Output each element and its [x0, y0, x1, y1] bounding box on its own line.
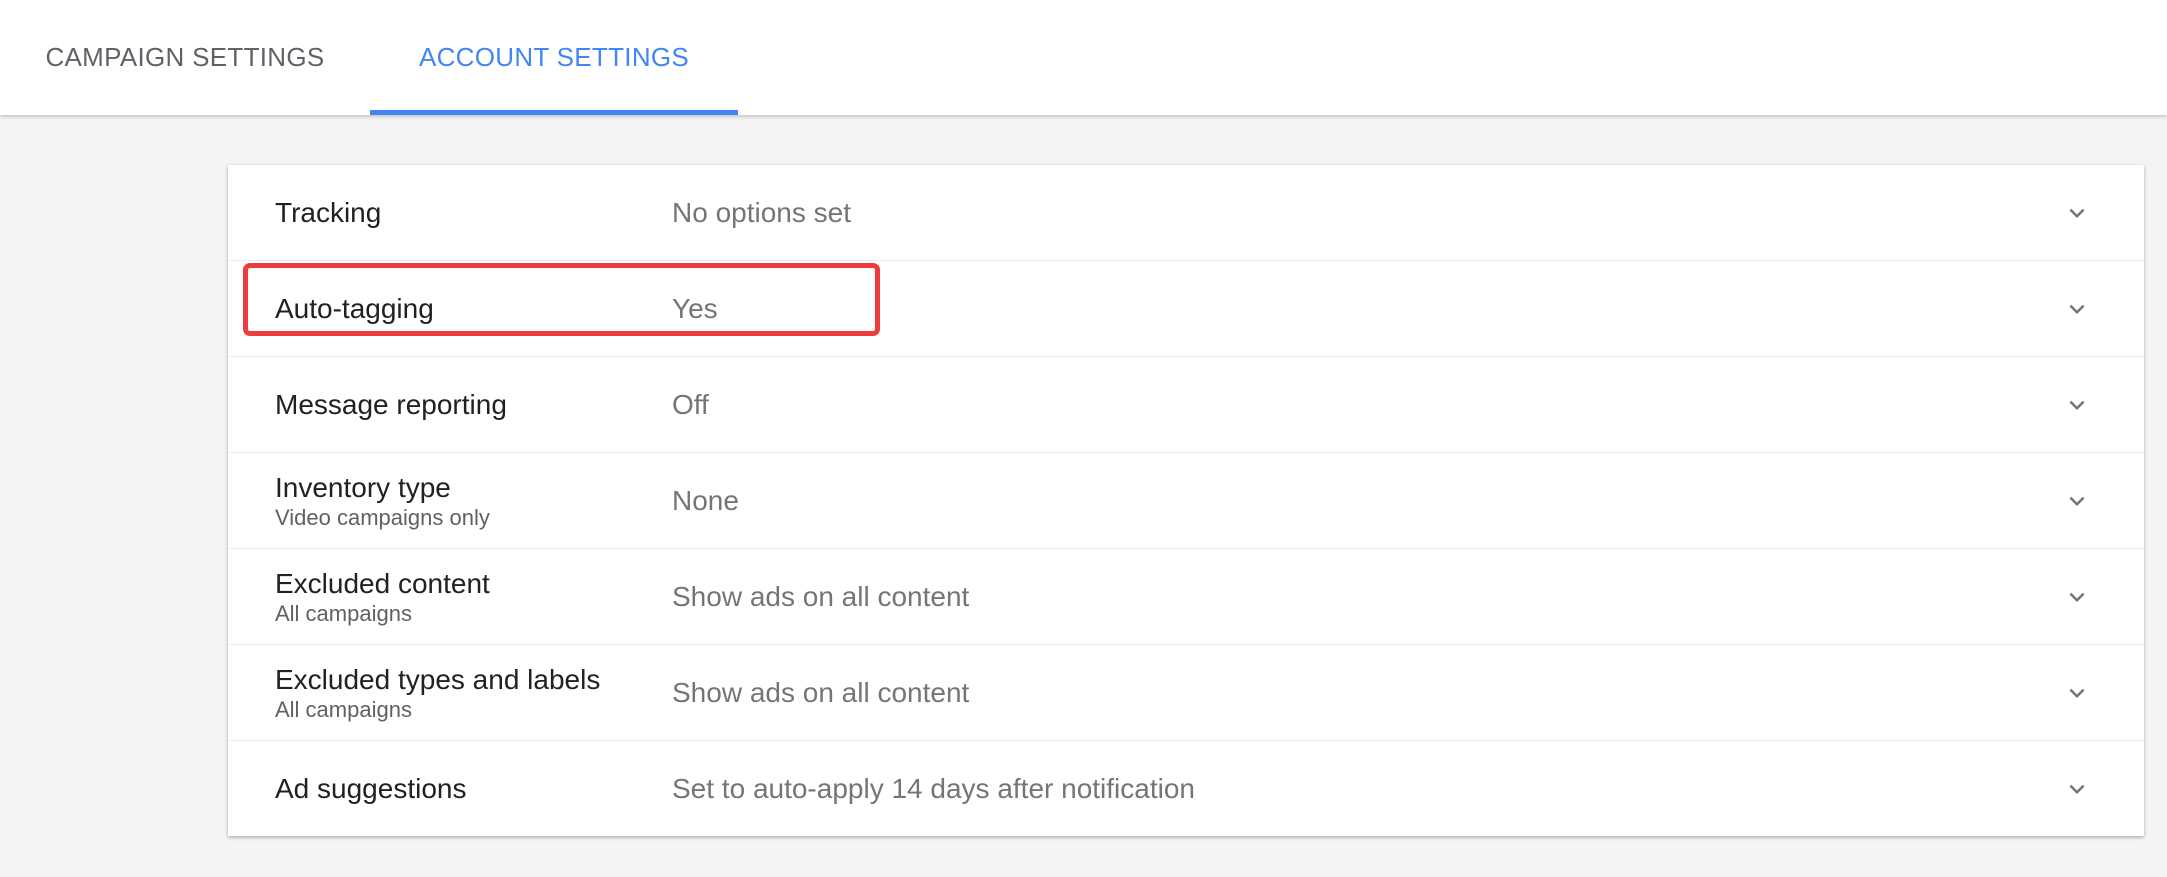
- setting-value: Off: [672, 388, 709, 420]
- chevron-down-icon[interactable]: [2062, 198, 2092, 228]
- setting-label-group: Auto-tagging: [275, 261, 434, 356]
- setting-row-message-reporting[interactable]: Message reporting Off: [228, 357, 2144, 453]
- setting-label: Tracking: [275, 196, 382, 228]
- setting-row-auto-tagging[interactable]: Auto-tagging Yes: [228, 261, 2144, 357]
- setting-sublabel: All campaigns: [275, 600, 412, 626]
- chevron-down-icon[interactable]: [2062, 486, 2092, 516]
- setting-row-excluded-content[interactable]: Excluded content All campaigns Show ads …: [228, 549, 2144, 645]
- setting-row-excluded-types-and-labels[interactable]: Excluded types and labels All campaigns …: [228, 645, 2144, 741]
- chevron-down-icon[interactable]: [2062, 678, 2092, 708]
- tab-account-settings[interactable]: ACCOUNT SETTINGS: [370, 0, 738, 115]
- setting-sublabel: All campaigns: [275, 696, 412, 722]
- setting-label-group: Tracking: [275, 165, 381, 260]
- chevron-down-icon[interactable]: [2062, 294, 2092, 324]
- tab-bar: CAMPAIGN SETTINGS ACCOUNT SETTINGS: [0, 0, 2167, 115]
- setting-value: Show ads on all content: [672, 676, 970, 708]
- setting-label-group: Message reporting: [275, 357, 507, 452]
- setting-label-group: Excluded content All campaigns: [275, 549, 490, 644]
- setting-value: No options set: [672, 196, 851, 228]
- setting-value: Set to auto-apply 14 days after notifica…: [672, 772, 1195, 804]
- setting-row-ad-suggestions[interactable]: Ad suggestions Set to auto-apply 14 days…: [228, 741, 2144, 836]
- setting-label-group: Ad suggestions: [275, 741, 466, 836]
- chevron-down-icon[interactable]: [2062, 774, 2092, 804]
- setting-row-inventory-type[interactable]: Inventory type Video campaigns only None: [228, 453, 2144, 549]
- setting-row-tracking[interactable]: Tracking No options set: [228, 165, 2144, 261]
- setting-value: Show ads on all content: [672, 580, 970, 612]
- setting-label: Excluded content: [275, 567, 490, 599]
- setting-label-group: Inventory type Video campaigns only: [275, 453, 490, 548]
- setting-label: Inventory type: [275, 471, 451, 503]
- chevron-down-icon[interactable]: [2062, 582, 2092, 612]
- setting-label: Ad suggestions: [275, 772, 467, 804]
- setting-label: Message reporting: [275, 388, 507, 420]
- active-tab-indicator: [370, 110, 738, 115]
- setting-label: Excluded types and labels: [275, 663, 601, 695]
- setting-label: Auto-tagging: [275, 292, 434, 324]
- chevron-down-icon[interactable]: [2062, 390, 2092, 420]
- setting-label-group: Excluded types and labels All campaigns: [275, 645, 600, 740]
- account-settings-card: Tracking No options set Auto-tagging Yes…: [228, 165, 2144, 836]
- setting-value: Yes: [672, 292, 718, 324]
- setting-sublabel: Video campaigns only: [275, 504, 490, 530]
- tab-campaign-settings[interactable]: CAMPAIGN SETTINGS: [0, 0, 370, 115]
- setting-value: None: [672, 484, 739, 516]
